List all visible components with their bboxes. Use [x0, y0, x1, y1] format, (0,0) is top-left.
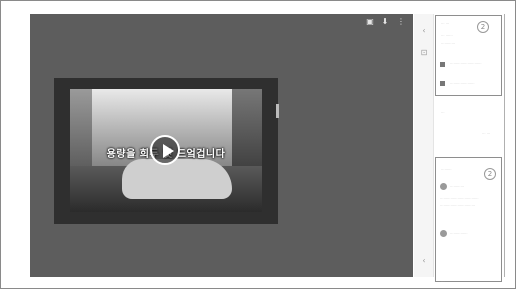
card2-number: 2 — [484, 168, 496, 180]
panel-misc-2: ⋯ ⋯ — [482, 132, 491, 136]
card1-file-icon-2 — [440, 81, 445, 86]
rail-note-icon[interactable]: ⊡ — [419, 48, 429, 58]
comment-card-1[interactable]: ⋯ ⋯ ⋯ ⋯⋯ ⋯⋯⋯⋯ 2 ⋯⋯⋯⋯⋯⋯⋯⋯⋯ ⋯⋯⋯⋯⋯⋯⋯ — [435, 15, 502, 96]
more-vertical-icon[interactable]: ⋮ — [396, 17, 406, 27]
card1-line2: ⋯ ⋯⋯ — [441, 34, 453, 38]
comment-card-2[interactable]: ⋯⋯⋯ 2 ⋯⋯⋯⋯ ⋯⋯⋯⋯⋯⋯⋯⋯⋯⋯⋯ ⋯⋯⋯⋯⋯⋯⋯⋯⋯⋯ ⋯⋯⋯⋯⋯ — [435, 157, 502, 282]
card1-number: 2 — [477, 21, 489, 33]
card2-user2: ⋯⋯⋯⋯⋯ — [450, 232, 468, 236]
card1-line3: ⋯⋯⋯⋯ — [441, 42, 455, 46]
rail-collapse-icon[interactable]: ‹ — [419, 26, 429, 36]
avatar — [440, 183, 447, 190]
card1-row2: ⋯⋯⋯⋯⋯⋯⋯ — [450, 82, 475, 86]
card1-row1: ⋯⋯⋯⋯⋯⋯⋯⋯⋯ — [450, 62, 482, 66]
card1-file-icon — [440, 62, 445, 67]
avatar — [440, 230, 447, 237]
card2-body1: ⋯⋯⋯⋯⋯⋯⋯⋯⋯⋯⋯ — [440, 197, 479, 201]
side-rail: ‹ ⊡ ‹ — [414, 14, 434, 277]
panel-misc-1: ⋯ — [441, 111, 445, 115]
rail-history-icon[interactable]: ‹ — [419, 256, 429, 266]
play-icon[interactable] — [150, 135, 180, 165]
card1-line1: ⋯ ⋯ — [441, 22, 450, 26]
card2-body2: ⋯⋯⋯⋯⋯⋯⋯⋯⋯⋯ — [440, 204, 475, 208]
panel-bottom-text: ⋯ — [441, 280, 445, 284]
card2-user1: ⋯⋯⋯⋯ — [450, 185, 464, 189]
download-icon[interactable]: ⬇ — [380, 17, 390, 27]
video-scroll-handle[interactable] — [276, 104, 279, 118]
video-figure — [122, 159, 232, 199]
pane-divider — [504, 14, 505, 277]
card2-header: ⋯⋯⋯ — [441, 168, 452, 172]
comment-icon[interactable]: ▣ — [365, 17, 375, 27]
